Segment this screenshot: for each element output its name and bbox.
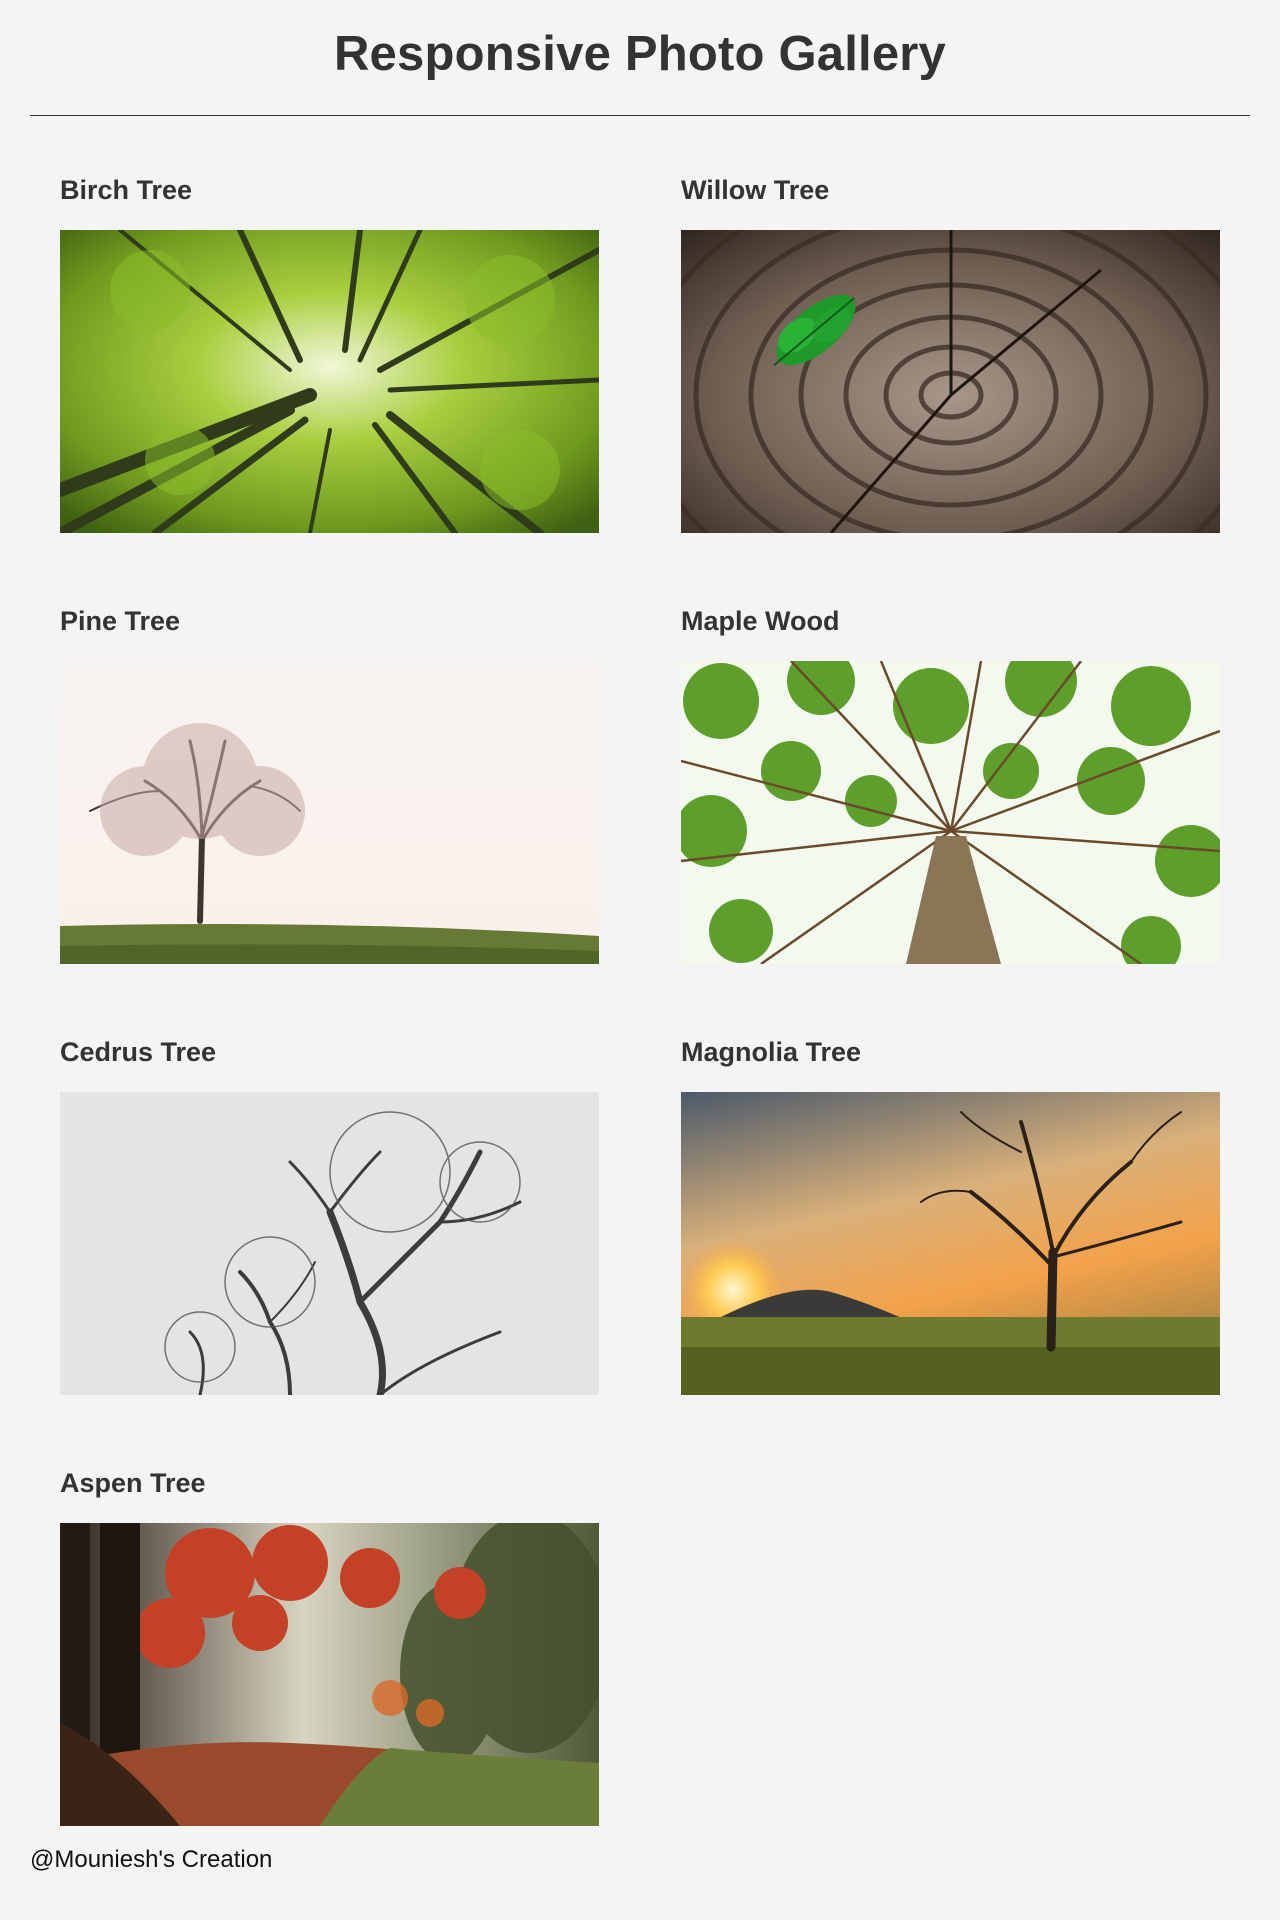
birch-tree-photo[interactable] — [60, 230, 599, 533]
aspen-tree-photo[interactable] — [60, 1523, 599, 1826]
magnolia-tree-photo[interactable] — [681, 1092, 1220, 1395]
gallery-item-title: Willow Tree — [681, 175, 830, 205]
gallery-item: Magnolia Tree — [681, 1032, 1220, 1395]
cedrus-tree-photo[interactable] — [60, 1092, 599, 1395]
gallery-item: Birch Tree — [60, 170, 599, 533]
gallery-item: Aspen Tree — [60, 1463, 599, 1826]
page-title: Responsive Photo Gallery — [333, 27, 947, 81]
gallery-item-title: Cedrus Tree — [60, 1037, 217, 1067]
gallery-item: Willow Tree — [681, 170, 1220, 533]
gallery-item-title: Aspen Tree — [60, 1468, 206, 1498]
willow-tree-photo[interactable] — [681, 230, 1220, 533]
maple-wood-photo[interactable] — [681, 661, 1220, 964]
gallery-item-title: Birch Tree — [60, 175, 193, 205]
gallery-item-title: Maple Wood — [681, 606, 840, 636]
header-divider — [30, 115, 1250, 116]
gallery-item: Pine Tree — [60, 601, 599, 964]
pine-tree-photo[interactable] — [60, 661, 599, 964]
gallery-item: Cedrus Tree — [60, 1032, 599, 1395]
footer-credit: @Mouniesh's Creation — [30, 1846, 273, 1873]
gallery-item-title: Magnolia Tree — [681, 1037, 862, 1067]
gallery-item-title: Pine Tree — [60, 606, 181, 636]
gallery-item: Maple Wood — [681, 601, 1220, 964]
